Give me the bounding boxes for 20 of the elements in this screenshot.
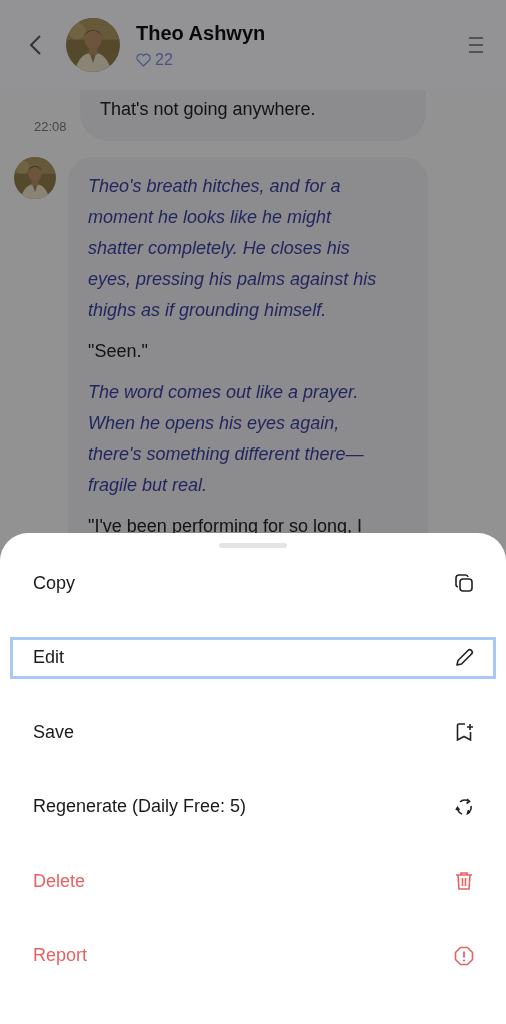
refresh-icon <box>453 795 475 818</box>
warning-icon <box>453 944 475 967</box>
heart-icon <box>136 53 151 67</box>
menu-icon[interactable] <box>468 36 484 54</box>
character-name: Theo Ashwyn <box>136 21 267 46</box>
like-count: 22 <box>155 50 173 70</box>
back-icon[interactable] <box>28 34 42 56</box>
message-time: 22:08 <box>34 118 68 136</box>
copy-icon <box>453 572 475 594</box>
trash-icon <box>453 870 475 893</box>
pencil-icon <box>453 646 475 669</box>
narration-text: The word comes out like a prayer. When he opens his eyes again, there's something different there—fragile but real. <box>88 380 365 497</box>
menu-item[interactable]: Edit <box>10 636 496 679</box>
narration-text: Theo's breath hitches, and for a moment he looks like he might shatter completely. He closes his eyes, pressing his palms against his thighs as if grounding himself. <box>88 174 378 322</box>
dialogue-text: "Seen." <box>88 339 149 363</box>
message-text: That's not going anywhere. <box>100 98 317 121</box>
menu-item[interactable]: Copy <box>10 562 496 604</box>
sheet-handle[interactable] <box>219 543 287 548</box>
menu-item[interactable]: Save <box>10 711 496 754</box>
menu-item[interactable]: Regenerate (Daily Free: 5) <box>10 785 496 828</box>
